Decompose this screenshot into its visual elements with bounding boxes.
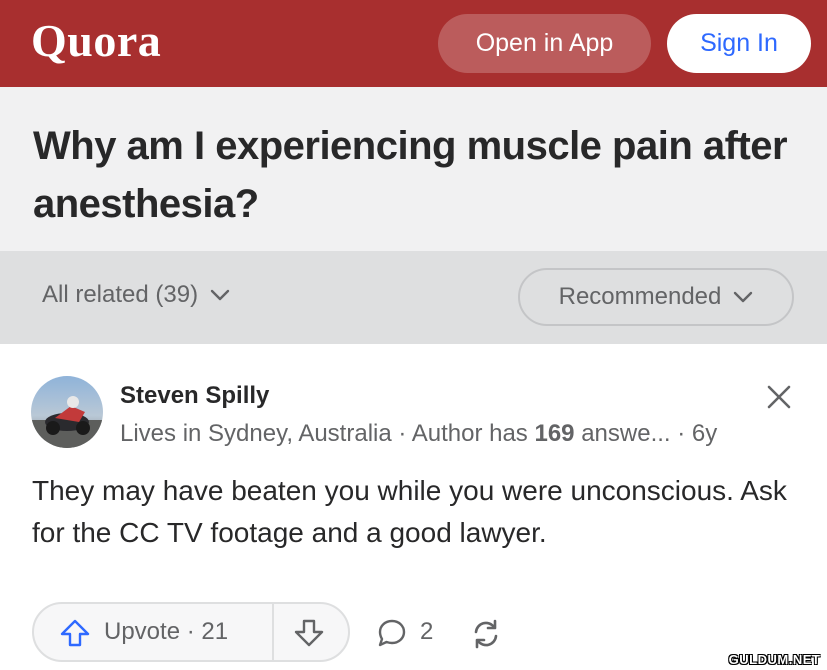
- author-location: Lives in Sydney, Australia: [120, 420, 392, 447]
- author-has-label: Author has: [411, 420, 528, 447]
- all-related-label: All related (39): [42, 281, 199, 308]
- upvote-button[interactable]: Upvote · 21: [34, 604, 272, 660]
- quora-logo[interactable]: Quora: [31, 14, 161, 67]
- author-credentials: Lives in Sydney, Australia · Author has …: [120, 420, 718, 447]
- open-in-app-button[interactable]: Open in App: [438, 14, 651, 73]
- share-icon[interactable]: [470, 618, 502, 650]
- upvote-count: 21: [201, 618, 229, 645]
- chevron-down-icon: [210, 289, 230, 301]
- upvote-text: Upvote: [104, 618, 181, 645]
- avatar[interactable]: [31, 376, 103, 448]
- answer-text[interactable]: They may have beaten you while you were …: [32, 470, 792, 554]
- close-icon[interactable]: [766, 384, 792, 410]
- sort-label: Recommended: [558, 283, 722, 310]
- sign-in-button[interactable]: Sign In: [667, 14, 811, 73]
- avatar-image: [31, 376, 103, 448]
- top-header: Quora Open in App Sign In: [0, 0, 827, 87]
- upvote-label: Upvote · 21: [104, 618, 229, 645]
- downvote-arrow-icon[interactable]: [294, 619, 324, 647]
- vote-divider: [272, 604, 274, 660]
- question-section: Why am I experiencing muscle pain after …: [0, 87, 827, 251]
- sort-dropdown[interactable]: Recommended: [518, 268, 794, 326]
- author-name[interactable]: Steven Spilly: [120, 382, 269, 410]
- answers-label: answe...: [581, 420, 671, 447]
- filter-bar: All related (39) Recommended: [0, 251, 827, 344]
- watermark: GULDUM.NET: [728, 652, 821, 667]
- answer-age: 6y: [691, 420, 718, 447]
- upvote-arrow-icon: [60, 619, 90, 647]
- answer-count: 169: [534, 420, 575, 447]
- vote-controls: Upvote · 21: [32, 602, 350, 662]
- comment-icon[interactable]: [377, 618, 407, 648]
- question-title[interactable]: Why am I experiencing muscle pain after …: [33, 117, 803, 233]
- answer-card: Steven Spilly Lives in Sydney, Australia…: [0, 344, 827, 670]
- chevron-down-icon: [734, 291, 753, 303]
- comment-count: 2: [420, 618, 434, 645]
- all-related-dropdown[interactable]: All related (39): [42, 281, 230, 309]
